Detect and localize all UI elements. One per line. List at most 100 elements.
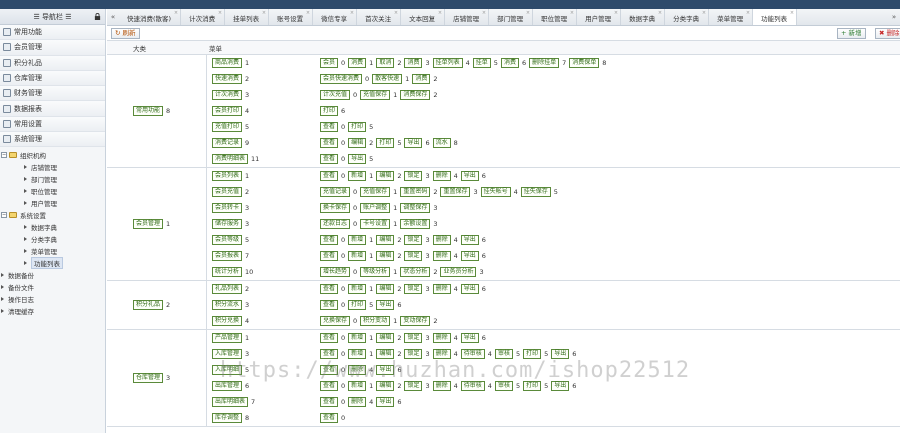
tree-node[interactable]: 备份文件 <box>0 281 105 293</box>
tree-node[interactable]: 数据字典 <box>0 221 105 233</box>
menu-tag[interactable]: 会员打印 <box>212 106 243 116</box>
sidebar-menu-item[interactable]: 系统管理 <box>0 132 105 148</box>
tree-node[interactable]: 数据备份 <box>0 269 105 281</box>
tab-close-icon[interactable]: × <box>438 10 442 16</box>
operation-tag[interactable]: 充值保存 <box>360 187 391 197</box>
operation-tag[interactable]: 查看 <box>320 300 339 310</box>
menu-tag[interactable]: 计次消费 <box>212 90 243 100</box>
tree-node[interactable]: 分类字典 <box>0 233 105 245</box>
menu-tag[interactable]: 会员报表 <box>212 251 243 261</box>
operation-tag[interactable]: 积分变动 <box>360 316 391 326</box>
operation-tag[interactable]: 消费保单 <box>569 58 600 68</box>
tab[interactable]: 首次关注 × <box>357 9 402 25</box>
operation-tag[interactable]: 删除 <box>432 333 451 343</box>
operation-tag[interactable]: 业务员分析 <box>440 267 477 277</box>
tab-close-icon[interactable]: × <box>570 10 574 16</box>
operation-tag[interactable]: 导出 <box>404 138 423 148</box>
operation-tag[interactable]: 重置保存 <box>440 187 471 197</box>
tab-close-icon[interactable]: × <box>658 10 662 16</box>
operation-tag[interactable]: 查看 <box>320 235 339 245</box>
operation-tag[interactable]: 挂单列表 <box>432 58 463 68</box>
tab[interactable]: 功能列表 × <box>753 9 798 25</box>
menu-tag[interactable]: 消费记录 <box>212 138 243 148</box>
operation-tag[interactable]: 删除 <box>432 251 451 261</box>
tab-close-icon[interactable]: × <box>262 10 266 16</box>
operation-tag[interactable]: 挂失帐号 <box>480 187 511 197</box>
sidebar-menu-item[interactable]: 常用功能 <box>0 25 105 41</box>
tab[interactable]: 部门管理 × <box>489 9 534 25</box>
operation-tag[interactable]: 编辑 <box>376 284 395 294</box>
operation-tag[interactable]: 编辑 <box>376 171 395 181</box>
menu-tag[interactable]: 会员充值 <box>212 187 243 197</box>
operation-tag[interactable]: 新增 <box>348 251 367 261</box>
operation-tag[interactable]: 删除 <box>348 397 367 407</box>
tab-close-icon[interactable]: × <box>614 10 618 16</box>
group-tag[interactable]: 会员管理 <box>133 219 164 229</box>
operation-tag[interactable]: 余额设置 <box>400 219 431 229</box>
operation-tag[interactable]: 新增 <box>348 235 367 245</box>
operation-tag[interactable]: 重置密码 <box>400 187 431 197</box>
operation-tag[interactable]: 打印 <box>376 138 395 148</box>
tree-node[interactable]: 菜单管理 <box>0 245 105 257</box>
menu-tag[interactable]: 消费明细表 <box>212 154 249 164</box>
tab[interactable]: 挂单列表 × <box>225 9 270 25</box>
operation-tag[interactable]: 增长趋势 <box>320 267 351 277</box>
add-button[interactable]: + 新增 <box>837 28 866 39</box>
tab-close-icon[interactable]: × <box>482 10 486 16</box>
tree-node[interactable]: 店铺管理 <box>0 161 105 173</box>
operation-tag[interactable]: 查看 <box>320 251 339 261</box>
menu-tag[interactable]: 储存服务 <box>212 219 243 229</box>
operation-tag[interactable]: 会员快速消费 <box>320 74 363 84</box>
operation-tag[interactable]: 取消 <box>376 58 395 68</box>
operation-tag[interactable]: 流水 <box>432 138 451 148</box>
sidebar-menu-item[interactable]: 积分礼品 <box>0 55 105 71</box>
operation-tag[interactable]: 打印 <box>348 300 367 310</box>
operation-tag[interactable]: 卡号设置 <box>360 219 391 229</box>
operation-tag[interactable]: 锁定 <box>404 171 423 181</box>
operation-tag[interactable]: 锁定 <box>404 251 423 261</box>
operation-tag[interactable]: 查看 <box>320 171 339 181</box>
operation-tag[interactable]: 锁定 <box>404 284 423 294</box>
operation-tag[interactable]: 导出 <box>376 397 395 407</box>
operation-tag[interactable]: 挂单 <box>472 58 491 68</box>
lock-icon[interactable] <box>94 13 101 20</box>
operation-tag[interactable]: 计次充值 <box>320 90 351 100</box>
menu-tag[interactable]: 商品消费 <box>212 58 243 68</box>
operation-tag[interactable]: 会员 <box>320 58 339 68</box>
tab-close-icon[interactable]: × <box>174 10 178 16</box>
tree-node[interactable]: 职位管理 <box>0 185 105 197</box>
menu-tag[interactable]: 出库明细表 <box>212 397 249 407</box>
operation-tag[interactable]: 查看 <box>320 154 339 164</box>
operation-tag[interactable]: 编辑 <box>376 333 395 343</box>
tab[interactable]: 文本回复 × <box>401 9 446 25</box>
sidebar-menu-item[interactable]: 会员管理 <box>0 40 105 56</box>
operation-tag[interactable]: 消费 <box>500 58 519 68</box>
operation-tag[interactable]: 挂失保存 <box>520 187 551 197</box>
refresh-button[interactable]: ↻ 刷新 <box>111 28 140 39</box>
operation-tag[interactable]: 导出 <box>460 284 479 294</box>
menu-tag[interactable]: 统计分析 <box>212 267 243 277</box>
operation-tag[interactable]: 消费 <box>348 58 367 68</box>
operation-tag[interactable]: 查看 <box>320 138 339 148</box>
operation-tag[interactable]: 删除 <box>432 284 451 294</box>
tab-close-icon[interactable]: × <box>746 10 750 16</box>
menu-tag[interactable]: 积分兑换 <box>212 316 243 326</box>
sidebar-menu-item[interactable]: 仓库管理 <box>0 70 105 87</box>
sidebar-menu-item[interactable]: 数据报表 <box>0 101 105 117</box>
operation-tag[interactable]: 新增 <box>348 333 367 343</box>
operation-tag[interactable]: 查看 <box>320 333 339 343</box>
menu-tag[interactable]: 会员转卡 <box>212 203 243 213</box>
tree-node[interactable]: 用户管理 <box>0 197 105 209</box>
operation-tag[interactable]: 导出 <box>348 154 367 164</box>
tab[interactable]: 账号设置 × <box>269 9 314 25</box>
operation-tag[interactable]: 散客快速 <box>372 74 403 84</box>
tree-node[interactable]: 清理缓存 <box>0 305 105 317</box>
operation-tag[interactable]: 新增 <box>348 171 367 181</box>
operation-tag[interactable]: 打印 <box>320 106 339 116</box>
group-tag[interactable]: 仓库管理 <box>133 373 164 383</box>
operation-tag[interactable]: 等级分析 <box>360 267 391 277</box>
operation-tag[interactable]: 导出 <box>460 333 479 343</box>
delete-button[interactable]: ✖ 删除 <box>875 28 900 39</box>
menu-tag[interactable]: 礼品列表 <box>212 284 243 294</box>
menu-tag[interactable]: 库存调整 <box>212 413 243 423</box>
